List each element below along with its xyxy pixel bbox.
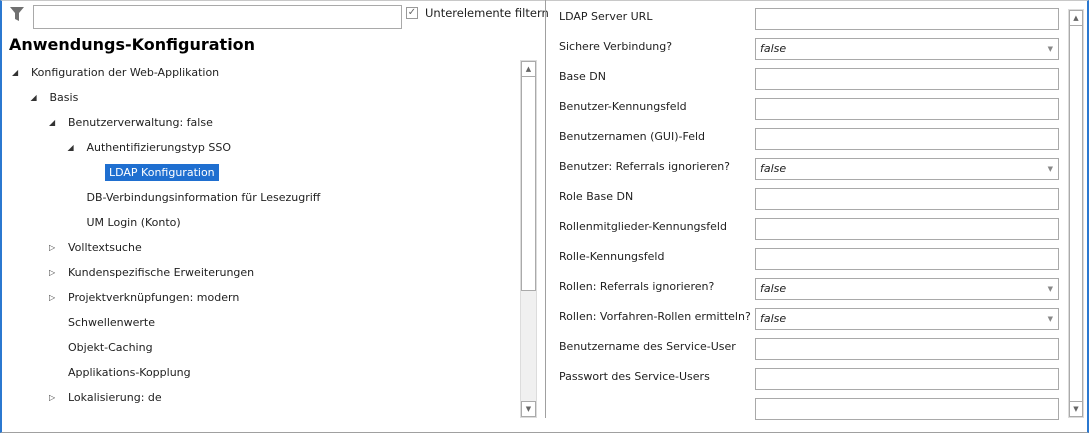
tree-item[interactable]: ▷ Projektverknüpfungen: modern bbox=[49, 288, 240, 308]
field-select[interactable]: false ▼ bbox=[755, 38, 1059, 60]
scroll-down-button[interactable]: ▼ bbox=[1069, 401, 1083, 417]
tree-item[interactable]: UM Login (Konto) bbox=[87, 213, 181, 233]
tree-item-label: Projektverknüpfungen: modern bbox=[68, 291, 240, 304]
tree-item[interactable]: ◢ Basis bbox=[31, 88, 79, 108]
field-label: LDAP Server URL bbox=[559, 10, 653, 23]
collapsed-arrow-icon[interactable]: ▷ bbox=[49, 288, 55, 308]
tree-item[interactable]: ▷ Kundenspezifische Erweiterungen bbox=[49, 263, 255, 283]
tree-item-label: Lokalisierung: de bbox=[68, 391, 162, 404]
field-label: Rollen: Vorfahren-Rollen ermitteln? bbox=[559, 310, 751, 323]
expanded-arrow-icon[interactable]: ◢ bbox=[49, 113, 55, 133]
tree-item-label: Applikations-Kopplung bbox=[68, 366, 191, 379]
field-label: Role Base DN bbox=[559, 190, 634, 203]
tree-item-label: Schwellenwerte bbox=[68, 316, 155, 329]
tree-item[interactable]: Applikations-Kopplung bbox=[68, 363, 191, 383]
field-input[interactable] bbox=[755, 218, 1059, 240]
expanded-arrow-icon[interactable]: ◢ bbox=[12, 63, 18, 83]
tree-item-label: Basis bbox=[49, 91, 79, 104]
tree-item[interactable]: ▷ Volltextsuche bbox=[49, 238, 142, 258]
tree-item-label: UM Login (Konto) bbox=[86, 216, 181, 229]
tree-scrollbar[interactable]: ▲ ▼ bbox=[520, 60, 537, 418]
scroll-thumb[interactable] bbox=[1069, 25, 1083, 403]
tree-item[interactable]: Objekt-Caching bbox=[68, 338, 153, 358]
field-label: Rolle-Kennungsfeld bbox=[559, 250, 665, 263]
scroll-thumb[interactable] bbox=[521, 76, 536, 291]
field-label: Benutzer: Referrals ignorieren? bbox=[559, 160, 731, 173]
tree-item[interactable]: DB-Verbindungsinformation für Lesezugrif… bbox=[87, 188, 321, 208]
field-input[interactable] bbox=[755, 338, 1059, 360]
tree-item[interactable]: LDAP Konfiguration bbox=[105, 163, 219, 183]
tree-item[interactable]: Schwellenwerte bbox=[68, 313, 155, 333]
field-label: Passwort des Service-Users bbox=[559, 370, 710, 383]
dropdown-arrow-icon[interactable]: ▼ bbox=[1048, 309, 1053, 329]
form-scrollbar[interactable]: ▲ ▼ bbox=[1068, 9, 1084, 418]
tree-item-label: Kundenspezifische Erweiterungen bbox=[68, 266, 255, 279]
tree-item[interactable]: ◢ Konfiguration der Web-Applikation bbox=[12, 63, 220, 83]
field-label: Benutzer-Kennungsfeld bbox=[559, 100, 687, 113]
filter-icon[interactable] bbox=[9, 6, 25, 22]
field-label: Rollenmitglieder-Kennungsfeld bbox=[559, 220, 727, 233]
tree-item[interactable]: ◢ Authentifizierungstyp SSO bbox=[68, 138, 232, 158]
filter-children-label: Unterelemente filtern bbox=[425, 6, 549, 20]
field-input[interactable] bbox=[755, 368, 1059, 390]
field-input[interactable] bbox=[755, 128, 1059, 150]
collapsed-arrow-icon[interactable]: ▷ bbox=[49, 388, 55, 408]
field-input[interactable] bbox=[755, 8, 1059, 30]
tree-item[interactable]: ▷ Lokalisierung: de bbox=[49, 388, 162, 408]
dropdown-arrow-icon[interactable]: ▼ bbox=[1048, 159, 1053, 179]
dropdown-arrow-icon[interactable]: ▼ bbox=[1048, 279, 1053, 299]
field-value: false bbox=[760, 282, 787, 295]
field-value: false bbox=[760, 42, 787, 55]
page-title: Anwendungs-Konfiguration bbox=[9, 35, 256, 54]
field-value: false bbox=[760, 162, 787, 175]
scroll-up-button[interactable]: ▲ bbox=[1069, 10, 1083, 26]
tree-item-label: Benutzerverwaltung: false bbox=[68, 116, 213, 129]
field-input[interactable] bbox=[755, 188, 1059, 210]
field-select[interactable]: false ▼ bbox=[755, 278, 1059, 300]
field-input[interactable] bbox=[755, 98, 1059, 120]
field-value: false bbox=[760, 312, 787, 325]
scroll-down-button[interactable]: ▼ bbox=[521, 401, 536, 417]
field-select[interactable]: false ▼ bbox=[755, 158, 1059, 180]
panel-divider[interactable] bbox=[545, 0, 546, 418]
field-label: Base DN bbox=[559, 70, 606, 83]
field-label: Benutzernamen (GUI)-Feld bbox=[559, 130, 706, 143]
field-input[interactable] bbox=[755, 398, 1059, 420]
tree-item-label: Authentifizierungstyp SSO bbox=[86, 141, 232, 154]
field-label: Benutzername des Service-User bbox=[559, 340, 736, 353]
field-label: Rollen: Referrals ignorieren? bbox=[559, 280, 715, 293]
tree-item-label: Konfiguration der Web-Applikation bbox=[31, 66, 220, 79]
tree-item[interactable]: ◢ Benutzerverwaltung: false bbox=[49, 113, 213, 133]
tree-item-label: DB-Verbindungsinformation für Lesezugrif… bbox=[86, 191, 321, 204]
tree-item-label: LDAP Konfiguration bbox=[105, 164, 219, 181]
dropdown-arrow-icon[interactable]: ▼ bbox=[1048, 39, 1053, 59]
tree-item-label: Volltextsuche bbox=[68, 241, 142, 254]
field-select[interactable]: false ▼ bbox=[755, 308, 1059, 330]
field-input[interactable] bbox=[755, 68, 1059, 90]
collapsed-arrow-icon[interactable]: ▷ bbox=[49, 263, 55, 283]
collapsed-arrow-icon[interactable]: ▷ bbox=[49, 238, 55, 258]
tree-item-label: Objekt-Caching bbox=[68, 341, 153, 354]
expanded-arrow-icon[interactable]: ◢ bbox=[68, 138, 74, 158]
filter-input[interactable] bbox=[33, 5, 402, 29]
field-label: Sichere Verbindung? bbox=[559, 40, 673, 53]
expanded-arrow-icon[interactable]: ◢ bbox=[31, 88, 37, 108]
scroll-up-button[interactable]: ▲ bbox=[521, 61, 536, 77]
filter-children-checkbox[interactable]: ✓ bbox=[406, 7, 418, 19]
field-input[interactable] bbox=[755, 248, 1059, 270]
